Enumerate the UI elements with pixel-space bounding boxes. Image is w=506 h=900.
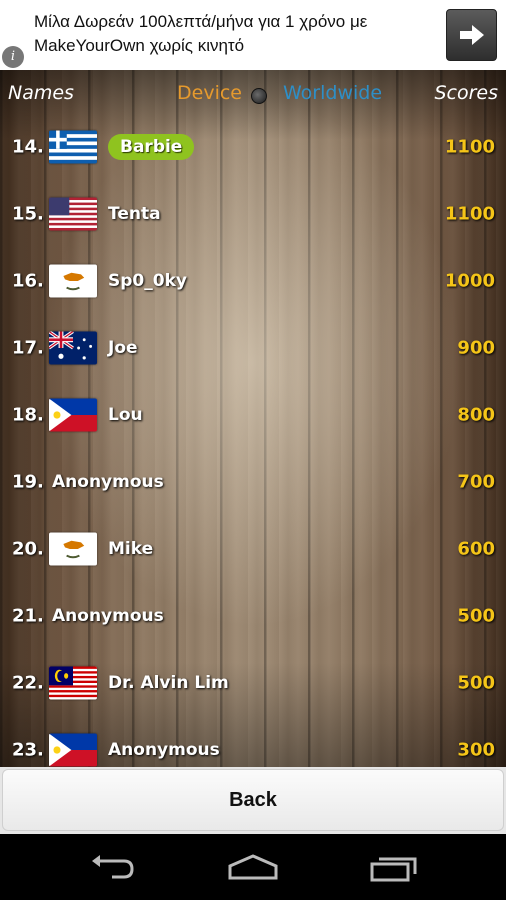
player-name: Tenta <box>108 203 161 224</box>
player-name: Dr. Alvin Lim <box>108 672 229 693</box>
tab-device[interactable]: Device <box>177 82 242 104</box>
score-value: 1000 <box>444 270 495 291</box>
player-name: Barbie <box>108 133 195 160</box>
malaysia-flag-icon <box>49 666 97 699</box>
info-icon[interactable]: i <box>2 46 24 68</box>
list-item: 16. Sp0_0ky 1000 <box>0 247 506 314</box>
leaderboard-header: Names Device Worldwide Scores <box>0 78 506 108</box>
list-item: 19. Anonymous 700 <box>0 448 506 515</box>
player-name: Anonymous <box>52 471 164 492</box>
rank: 22. <box>12 672 44 693</box>
arrow-right-icon <box>459 25 484 45</box>
back-icon[interactable] <box>85 850 139 884</box>
score-value: 500 <box>457 605 495 626</box>
rank: 17. <box>12 337 44 358</box>
rank: 14. <box>12 136 44 157</box>
usa-flag-icon <box>49 197 97 230</box>
scores-column-header: Scores <box>434 82 498 104</box>
tab-worldwide[interactable]: Worldwide <box>283 82 382 104</box>
score-value: 500 <box>457 672 495 693</box>
player-name: Lou <box>108 404 143 425</box>
rank: 16. <box>12 270 44 291</box>
ad-arrow-button[interactable] <box>446 9 497 61</box>
score-value: 300 <box>457 739 495 760</box>
rank: 20. <box>12 538 44 559</box>
score-value: 700 <box>457 471 495 492</box>
philippines-flag-icon <box>49 733 97 766</box>
score-value: 900 <box>457 337 495 358</box>
score-value: 1100 <box>444 203 495 224</box>
leaderboard-panel: Names Device Worldwide Scores 14. Barbie… <box>0 70 506 767</box>
player-name: Joe <box>108 337 138 358</box>
list-item: 20. Mike 600 <box>0 515 506 582</box>
rank: 23. <box>12 739 44 760</box>
player-name: Anonymous <box>52 605 164 626</box>
list-item: 18. Lou 800 <box>0 381 506 448</box>
score-list[interactable]: 14. Barbie 1100 15. Tenta 1100 16. Sp0_0… <box>0 113 506 767</box>
player-name: Anonymous <box>108 739 220 760</box>
back-button-bar: Back <box>0 767 506 834</box>
list-item: 15. Tenta 1100 <box>0 180 506 247</box>
australia-flag-icon <box>49 331 97 364</box>
player-name: Sp0_0ky <box>108 270 187 291</box>
list-item: 14. Barbie 1100 <box>0 113 506 180</box>
list-item: 23. Anonymous 300 <box>0 716 506 767</box>
player-name: Mike <box>108 538 154 559</box>
rank: 21. <box>12 605 44 626</box>
home-icon[interactable] <box>226 850 280 884</box>
rank: 19. <box>12 471 44 492</box>
rank: 15. <box>12 203 44 224</box>
ad-text[interactable]: Μίλα Δωρεάν 100λεπτά/μήνα για 1 χρόνο με… <box>34 10 434 58</box>
list-item: 17. Joe 900 <box>0 314 506 381</box>
cyprus-flag-icon <box>49 532 97 565</box>
ad-banner[interactable]: Μίλα Δωρεάν 100λεπτά/μήνα για 1 χρόνο με… <box>0 0 506 70</box>
scope-toggle[interactable] <box>251 88 267 104</box>
system-navigation-bar <box>0 834 506 900</box>
score-value: 600 <box>457 538 495 559</box>
rank: 18. <box>12 404 44 425</box>
score-value: 1100 <box>444 136 495 157</box>
list-item: 21. Anonymous 500 <box>0 582 506 649</box>
recent-apps-icon[interactable] <box>368 850 422 884</box>
greece-flag-icon <box>49 130 97 163</box>
score-value: 800 <box>457 404 495 425</box>
back-button[interactable]: Back <box>2 769 504 831</box>
philippines-flag-icon <box>49 398 97 431</box>
names-column-header: Names <box>8 82 74 104</box>
list-item: 22. Dr. Alvin Lim 500 <box>0 649 506 716</box>
cyprus-flag-icon <box>49 264 97 297</box>
